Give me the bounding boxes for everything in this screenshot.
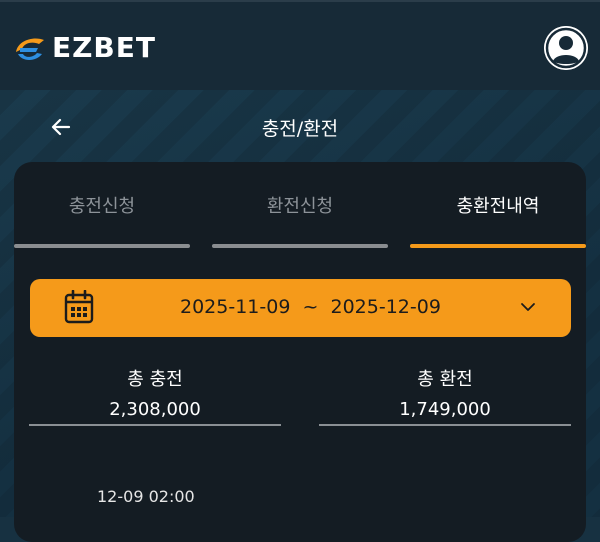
page-title: 충전/환전 — [261, 118, 339, 140]
total-withdraw-label: 총 환전 — [417, 369, 473, 390]
date-range-text: 2025-11-09 ~ 2025-12-09 — [180, 296, 441, 318]
total-withdraw-underline — [319, 424, 571, 426]
tab-indicator-history-active — [410, 244, 586, 248]
tab-withdraw-request[interactable]: 환전신청 — [212, 192, 388, 218]
total-deposit-underline — [29, 424, 281, 426]
calendar-icon — [64, 290, 94, 324]
tab-indicator-withdraw — [212, 244, 388, 248]
total-deposit-value: 2,308,000 — [109, 399, 201, 420]
total-withdraw-value: 1,749,000 — [399, 399, 491, 420]
tab-history[interactable]: 충환전내역 — [410, 192, 586, 218]
ezbet-logo[interactable]: EZBET — [12, 32, 156, 64]
history-entry-time: 12-09 02:00 — [97, 487, 195, 506]
date-range-selector[interactable]: 2025-11-09 ~ 2025-12-09 — [30, 279, 571, 337]
logo-mark-icon — [16, 38, 44, 60]
tab-deposit-request[interactable]: 충전신청 — [14, 192, 190, 218]
top-bar: EZBET — [0, 0, 600, 90]
total-deposit-label: 총 충전 — [127, 369, 183, 390]
tab-indicator-deposit — [14, 244, 190, 248]
brand-name: EZBET — [52, 31, 156, 64]
user-avatar-icon[interactable] — [544, 26, 588, 70]
content-panel — [14, 162, 586, 542]
chevron-down-icon — [521, 303, 535, 311]
page-header: 충전/환전 — [0, 100, 600, 154]
